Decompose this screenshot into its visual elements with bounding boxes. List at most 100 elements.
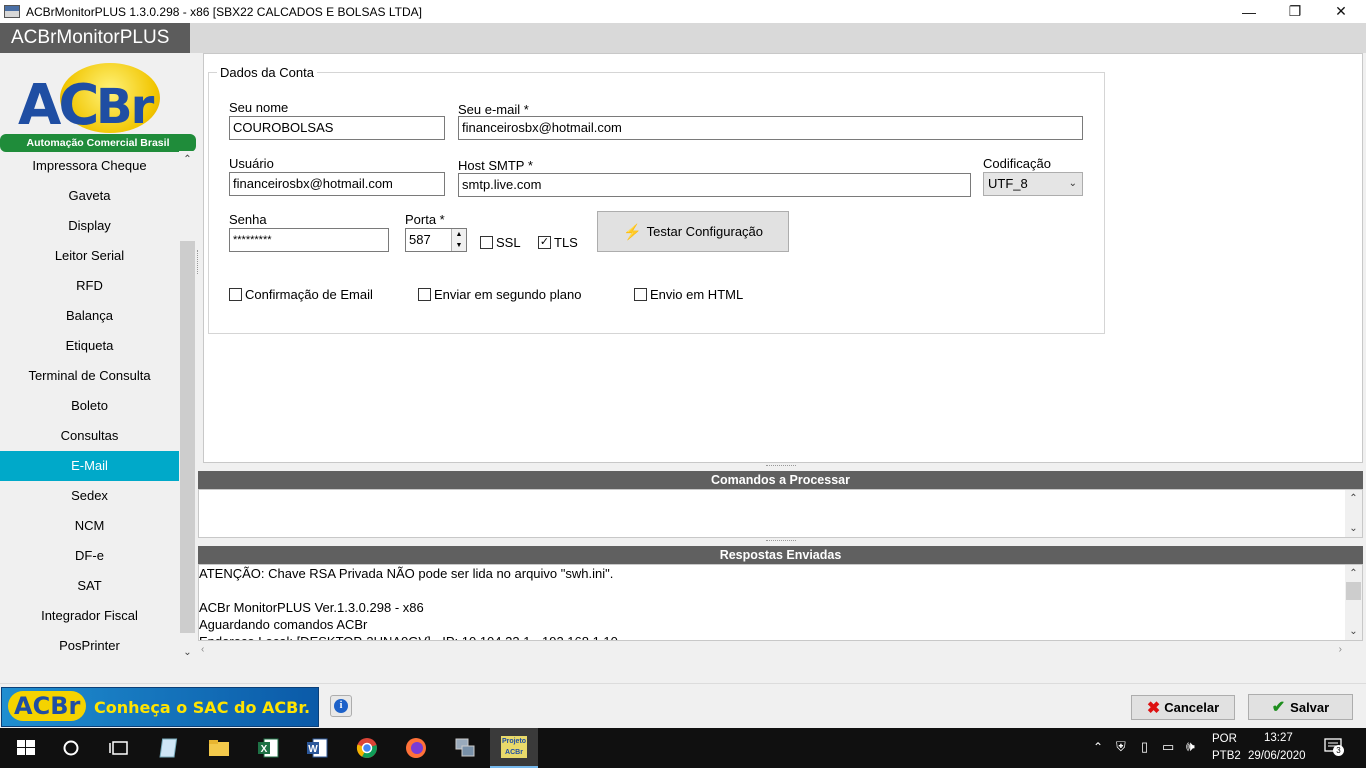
network-icon[interactable]: ▭	[1162, 739, 1174, 755]
scroll-left-icon[interactable]: ‹	[201, 641, 204, 658]
name-input[interactable]: COUROBOLSAS	[229, 116, 445, 140]
network-computer-icon[interactable]	[453, 736, 477, 760]
sidebar-item-boleto[interactable]: Boleto	[0, 391, 179, 421]
minimize-button[interactable]: —	[1226, 0, 1272, 23]
responses-scroll-thumb[interactable]	[1346, 582, 1361, 600]
sidebar-item-impressora-cheque[interactable]: Impressora Cheque	[0, 151, 179, 181]
scroll-up-icon[interactable]: ⌃	[1345, 490, 1362, 507]
file-explorer-icon[interactable]	[207, 736, 231, 760]
ssl-checkbox-box[interactable]	[480, 236, 493, 249]
close-button[interactable]: ✕	[1318, 0, 1364, 23]
port-label: Porta *	[405, 212, 445, 227]
chrome-icon[interactable]	[355, 736, 379, 760]
sidebar-item-rfd[interactable]: RFD	[0, 271, 179, 301]
notepad-icon[interactable]	[158, 736, 182, 760]
sidebar-item-posprinter[interactable]: PosPrinter	[0, 631, 179, 661]
sidebar-item-sedex[interactable]: Sedex	[0, 481, 179, 511]
responses-log: ATENÇÃO: Chave RSA Privada NÃO pode ser …	[199, 565, 618, 640]
acbr-app-icon: Projeto ACBr	[501, 736, 527, 758]
maximize-button[interactable]: ❐	[1272, 0, 1318, 23]
sidebar-item-display[interactable]: Display	[0, 211, 179, 241]
smtp-host-input[interactable]: smtp.live.com	[458, 173, 971, 197]
notification-count: 3	[1333, 745, 1344, 756]
horizontal-splitter-top[interactable]	[766, 465, 796, 468]
send-background-box[interactable]	[418, 288, 431, 301]
scroll-up-icon[interactable]: ⌃	[1345, 565, 1362, 582]
spin-up-icon[interactable]: ▲	[451, 229, 466, 240]
word-icon[interactable]: W	[305, 736, 329, 760]
sidebar-item-balança[interactable]: Balança	[0, 301, 179, 331]
scroll-down-icon[interactable]: ⌄	[1345, 623, 1362, 640]
save-button[interactable]: ✔ Salvar	[1248, 694, 1353, 720]
scroll-down-icon[interactable]: ⌄	[1345, 520, 1362, 537]
chevron-down-icon: ⌄	[1068, 178, 1077, 189]
sidebar-item-leitor-serial[interactable]: Leitor Serial	[0, 241, 179, 271]
sidebar-scroll-thumb[interactable]	[180, 241, 195, 633]
security-shield-icon[interactable]: ⛨	[1116, 739, 1126, 755]
acbr-logo: AC Br Automação Comercial Brasil	[0, 61, 196, 153]
app-name: ACBrMonitorPLUS	[0, 23, 190, 53]
tls-checkbox-box[interactable]: ✓	[538, 236, 551, 249]
encoding-select[interactable]: UTF_8 ⌄	[983, 172, 1083, 196]
sidebar-item-etiqueta[interactable]: Etiqueta	[0, 331, 179, 361]
windows-start-icon[interactable]	[14, 736, 38, 760]
sidebar-scrollbar[interactable]: ⌃ ⌄	[179, 151, 196, 661]
password-label: Senha	[229, 212, 267, 227]
responses-hscrollbar[interactable]: ‹ ›	[198, 641, 1346, 658]
horizontal-splitter-bottom[interactable]	[766, 540, 796, 543]
sidebar-item-consultas[interactable]: Consultas	[0, 421, 179, 451]
cancel-button[interactable]: ✖ Cancelar	[1131, 695, 1235, 720]
banner-text: Conheça o SAC do ACBr.	[94, 698, 311, 717]
user-input[interactable]: financeirosbx@hotmail.com	[229, 172, 445, 196]
responses-scrollbar[interactable]: ⌃ ⌄	[1345, 565, 1362, 640]
show-hidden-icons-icon[interactable]: ⌃	[1093, 740, 1103, 754]
port-spinner[interactable]: 587 ▲ ▼	[405, 228, 467, 252]
confirm-email-box[interactable]	[229, 288, 242, 301]
firefox-icon[interactable]	[404, 736, 428, 760]
send-background-checkbox[interactable]: Enviar em segundo plano	[418, 287, 581, 302]
sidebar-item-ncm[interactable]: NCM	[0, 511, 179, 541]
excel-icon[interactable]: X	[256, 736, 280, 760]
tls-checkbox[interactable]: ✓ TLS	[538, 235, 578, 250]
sidebar-item-gaveta[interactable]: Gaveta	[0, 181, 179, 211]
notification-center-icon[interactable]: 3	[1324, 738, 1344, 756]
sidebar-item-sat[interactable]: SAT	[0, 571, 179, 601]
encoding-value: UTF_8	[988, 176, 1028, 191]
usb-device-icon[interactable]: ▯	[1141, 739, 1148, 755]
response-line: Aguardando comandos ACBr	[199, 617, 368, 632]
ssl-checkbox[interactable]: SSL	[480, 235, 521, 250]
email-label: Seu e-mail *	[458, 102, 529, 117]
app-window-icon	[4, 5, 20, 18]
email-input[interactable]: financeirosbx@hotmail.com	[458, 116, 1083, 140]
sidebar-item-df-e[interactable]: DF-e	[0, 541, 179, 571]
clock-time[interactable]: 13:27	[1264, 732, 1293, 744]
volume-icon[interactable]: 🕪	[1186, 738, 1195, 755]
language-bottom[interactable]: PTB2	[1212, 750, 1241, 762]
user-label: Usuário	[229, 156, 274, 171]
responses-area[interactable]: ATENÇÃO: Chave RSA Privada NÃO pode ser …	[198, 564, 1363, 641]
spin-down-icon[interactable]: ▼	[451, 240, 466, 251]
password-input[interactable]: *********	[229, 228, 389, 252]
commands-area[interactable]: ⌃ ⌄	[198, 489, 1363, 538]
task-view-icon[interactable]	[108, 736, 132, 760]
confirm-email-checkbox[interactable]: Confirmação de Email	[229, 287, 373, 302]
html-email-box[interactable]	[634, 288, 647, 301]
search-icon[interactable]	[59, 736, 83, 760]
scroll-right-icon[interactable]: ›	[1339, 641, 1342, 658]
sidebar-item-e-mail[interactable]: E-Mail	[0, 451, 179, 481]
account-data-group: Dados da Conta Seu nome COUROBOLSAS Seu …	[208, 65, 1105, 334]
scroll-down-icon[interactable]: ⌄	[179, 644, 196, 661]
info-button[interactable]: i	[330, 695, 352, 717]
html-email-checkbox[interactable]: Envio em HTML	[634, 287, 743, 302]
acbr-taskbar-app[interactable]: Projeto ACBr	[490, 728, 538, 768]
sidebar-item-integrador-fiscal[interactable]: Integrador Fiscal	[0, 601, 179, 631]
vertical-splitter[interactable]	[197, 250, 200, 274]
sac-banner[interactable]: ACBr Conheça o SAC do ACBr.	[1, 687, 319, 727]
language-top[interactable]: POR	[1212, 733, 1237, 745]
logo-br-text: Br	[96, 79, 154, 135]
scroll-up-icon[interactable]: ⌃	[179, 151, 196, 168]
sidebar-item-terminal-de-consulta[interactable]: Terminal de Consulta	[0, 361, 179, 391]
commands-scrollbar[interactable]: ⌃ ⌄	[1345, 490, 1362, 537]
clock-date[interactable]: 29/06/2020	[1248, 750, 1306, 762]
test-config-button[interactable]: ⚡ Testar Configuração	[597, 211, 789, 252]
